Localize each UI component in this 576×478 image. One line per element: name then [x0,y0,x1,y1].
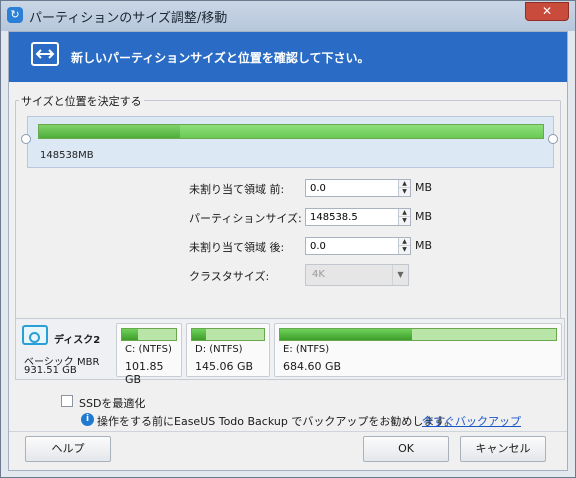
banner-instruction: 新しいパーティションサイズと位置を確認して下さい。 [71,51,370,65]
unallocated-before-stepper[interactable]: ▲ ▼ [305,179,411,197]
unallocated-after-label: 未割り当て領域 後: [189,241,285,254]
partition-size: 145.06 GB [195,360,254,373]
disk-icon [22,325,48,345]
disk-info: ディスク2 ベーシック MBR 931.51 GB [20,323,108,379]
group-legend: サイズと位置を決定する [19,93,144,109]
partition-label: E: (NTFS) [283,344,330,355]
unallocated-after-input[interactable] [306,238,396,254]
header-banner: 新しいパーティションサイズと位置を確認して下さい。 [9,32,567,82]
resize-arrows-icon [31,42,59,66]
stepper-down-icon[interactable]: ▼ [399,217,410,225]
close-button[interactable]: ✕ [525,2,569,21]
left-resize-handle[interactable] [21,134,31,144]
resize-move-dialog: ↻ パーティションのサイズ調整/移動 ✕ 新しいパーティションサイズと位置を確認… [0,0,576,478]
unallocated-before-input[interactable] [306,180,396,196]
partition-label: D: (NTFS) [195,344,243,355]
partition-usage-bar [121,328,177,341]
partition-c[interactable]: C: (NTFS) 101.85 GB [116,323,182,386]
ssd-optimize-checkbox[interactable] [61,395,73,407]
partition-e[interactable]: E: (NTFS) 684.60 GB [274,323,562,377]
info-icon: i [81,413,94,426]
dialog-body: 新しいパーティションサイズと位置を確認して下さい。 サイズと位置を決定する 14… [8,31,568,471]
stepper-down-icon[interactable]: ▼ [399,188,410,196]
unit-label: MB [415,181,433,194]
partition-resize-area: 148538MB [27,116,554,168]
partition-label: C: (NTFS) [125,344,172,355]
footer-divider [9,431,567,432]
stepper-up-icon[interactable]: ▲ [399,180,410,188]
unit-label: MB [415,210,433,223]
stepper-down-icon[interactable]: ▼ [399,246,410,254]
cancel-button[interactable]: キャンセル [460,436,546,462]
partition-usage-bar [191,328,265,341]
partition-size-input[interactable] [306,209,396,225]
partition-size-stepper[interactable]: ▲ ▼ [305,208,411,226]
title-bar: ↻ パーティションのサイズ調整/移動 ✕ [1,1,575,31]
stepper-buttons: ▲ ▼ [398,209,410,225]
backup-notice-text: 操作をする前にEaseUS Todo Backup でバックアップをお勧めします… [97,415,456,428]
partition-size-field-label: パーティションサイズ: [189,212,302,225]
help-button[interactable]: ヘルプ [25,436,111,462]
disk-name: ディスク2 [54,335,101,346]
backup-now-link[interactable]: 今すぐバックアップ [422,413,521,429]
partition-size: 684.60 GB [283,360,342,373]
partition-free-fill [180,125,543,138]
partition-bar[interactable] [38,124,544,139]
window-title: パーティションのサイズ調整/移動 [29,11,228,26]
partition-usage-fill [280,329,413,340]
partition-used-fill [39,125,181,138]
right-resize-handle[interactable] [548,134,558,144]
stepper-up-icon[interactable]: ▲ [399,238,410,246]
cluster-size-value: 4K [312,269,325,280]
partition-size-label: 148538MB [40,150,94,161]
partition-usage-fill [192,329,207,340]
unallocated-before-label: 未割り当て領域 前: [189,183,285,196]
app-icon: ↻ [7,7,23,23]
partition-usage-bar [279,328,557,341]
cluster-size-label: クラスタサイズ: [189,270,270,283]
disk-capacity: 931.51 GB [24,365,77,376]
ssd-optimize-label: SSDを最適化 [79,397,146,410]
partition-d[interactable]: D: (NTFS) 145.06 GB [186,323,270,377]
chevron-down-icon[interactable]: ▼ [392,265,408,285]
unit-label: MB [415,239,433,252]
partition-usage-fill [122,329,139,340]
partition-size: 101.85 GB [125,360,164,386]
stepper-buttons: ▲ ▼ [398,238,410,254]
cluster-size-select[interactable]: 4K ▼ [305,264,409,286]
ok-button[interactable]: OK [363,436,449,462]
stepper-buttons: ▲ ▼ [398,180,410,196]
unallocated-after-stepper[interactable]: ▲ ▼ [305,237,411,255]
stepper-up-icon[interactable]: ▲ [399,209,410,217]
disk-map: ディスク2 ベーシック MBR 931.51 GB C: (NTFS) 101.… [15,318,565,386]
